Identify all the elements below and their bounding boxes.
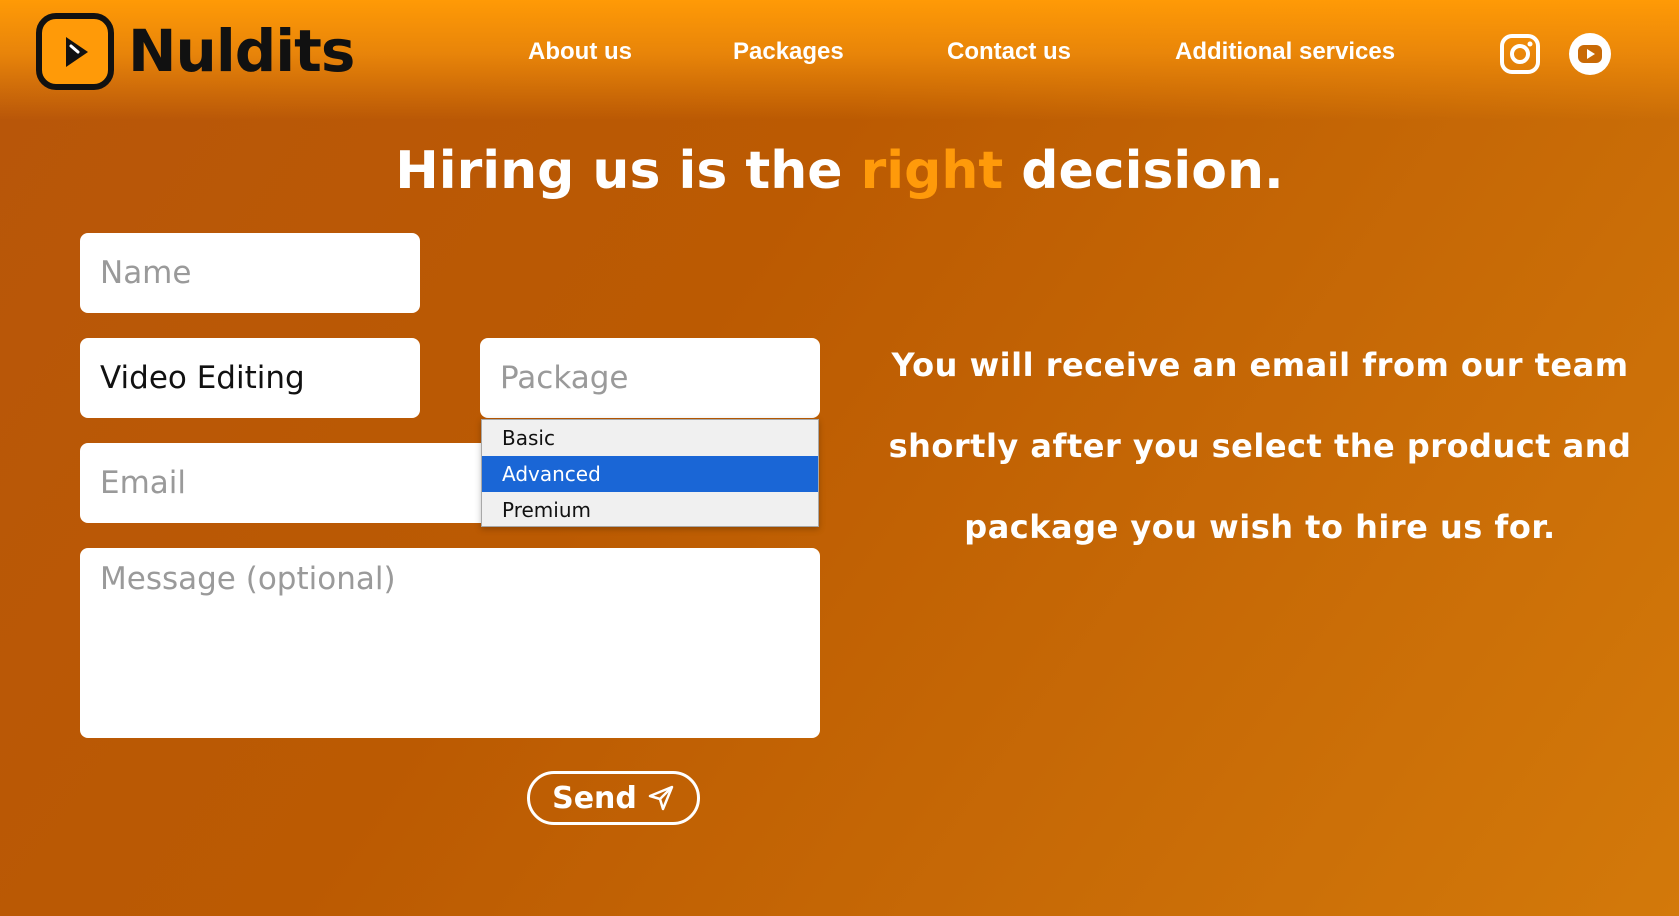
play-icon: [66, 37, 88, 67]
send-button-label: Send: [552, 780, 637, 816]
logo[interactable]: [36, 13, 114, 90]
product-select-value: Video Editing: [100, 360, 305, 396]
message-textarea[interactable]: [80, 548, 820, 738]
email-input[interactable]: [80, 443, 500, 523]
package-option-advanced[interactable]: Advanced: [482, 456, 818, 492]
package-option-basic[interactable]: Basic: [482, 420, 818, 456]
nav-packages[interactable]: Packages: [733, 38, 844, 66]
package-select[interactable]: Package: [480, 338, 820, 418]
brand-name[interactable]: Nuldits: [128, 14, 355, 88]
send-icon: [648, 785, 674, 811]
headline-text-start: Hiring us is the: [395, 141, 861, 201]
instagram-icon: [1500, 34, 1540, 74]
headline-accent-word: right: [860, 141, 1004, 201]
package-option-premium[interactable]: Premium: [482, 492, 818, 528]
package-select-placeholder: Package: [500, 360, 629, 396]
youtube-link[interactable]: [1569, 33, 1611, 75]
headline-text-end: decision.: [1003, 141, 1284, 201]
youtube-icon: [1569, 33, 1611, 75]
name-input[interactable]: [80, 233, 420, 313]
nav-about-us[interactable]: About us: [528, 38, 632, 66]
page-headline: Hiring us is the right decision.: [0, 140, 1679, 202]
nav-contact-us[interactable]: Contact us: [947, 38, 1071, 66]
send-button[interactable]: Send: [527, 771, 700, 825]
product-select[interactable]: Video Editing: [80, 338, 420, 418]
info-text: You will receive an email from our team …: [888, 346, 1632, 546]
nav-additional-services[interactable]: Additional services: [1175, 38, 1395, 66]
instagram-link[interactable]: [1499, 33, 1541, 75]
package-dropdown: Basic Advanced Premium: [481, 419, 819, 527]
